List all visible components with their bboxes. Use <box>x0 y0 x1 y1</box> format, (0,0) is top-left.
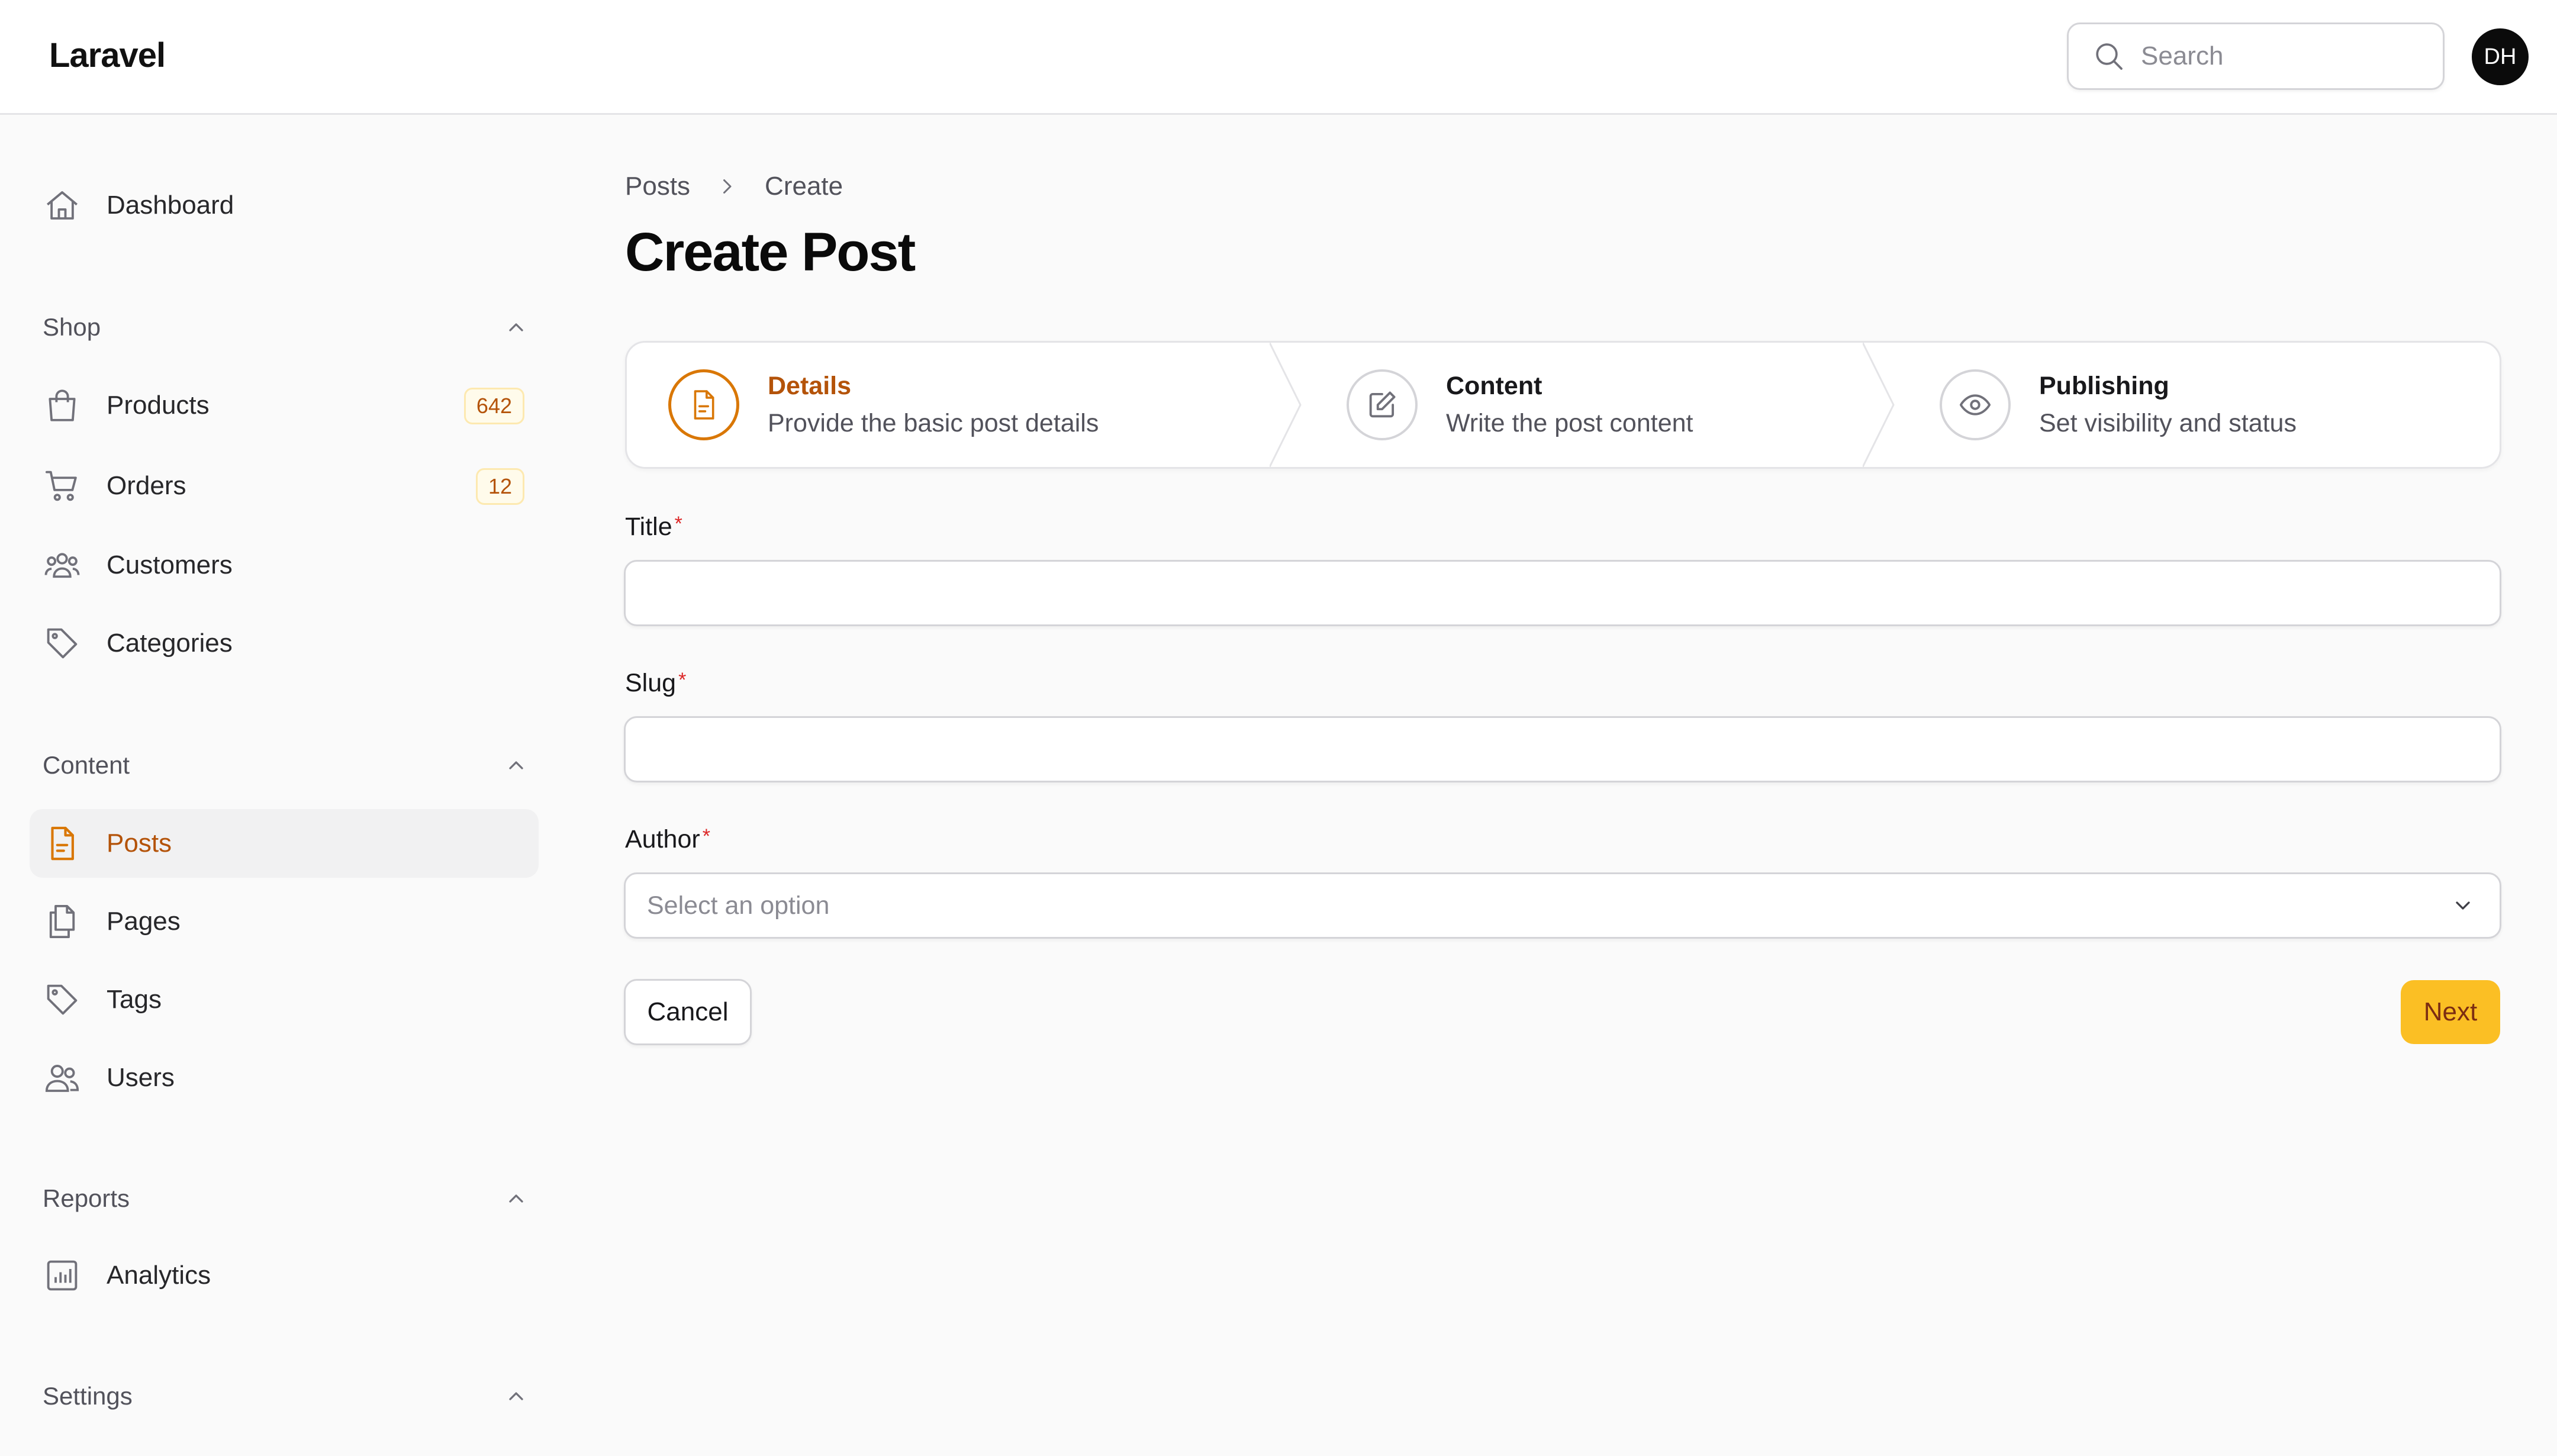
title-input[interactable] <box>624 560 2501 626</box>
breadcrumb: Posts Create <box>625 172 843 201</box>
step-title: Publishing <box>2039 372 2169 400</box>
sidebar-item-label: Users <box>107 1063 175 1092</box>
global-search[interactable] <box>2067 22 2445 90</box>
sidebar-item-categories[interactable]: Categories <box>30 609 539 678</box>
chart-bar-icon <box>47 1260 78 1291</box>
slug-input[interactable] <box>624 716 2501 782</box>
shopping-cart-icon <box>45 471 77 501</box>
sidebar-item-label: Customers <box>107 550 233 579</box>
sidebar-group-reports[interactable]: Reports <box>43 1181 528 1216</box>
sidebar-item-label: Dashboard <box>107 191 234 220</box>
search-input[interactable] <box>2141 41 2425 71</box>
sidebar-item-label: Posts <box>107 829 172 858</box>
step-description: Provide the basic post details <box>768 409 1099 437</box>
count-badge: 12 <box>475 468 524 505</box>
document-text-icon <box>51 826 74 861</box>
home-icon <box>47 191 78 220</box>
sidebar-item-products[interactable]: Products 642 <box>30 371 539 440</box>
sidebar-group-content[interactable]: Content <box>43 748 528 783</box>
page-title: Create Post <box>625 222 916 282</box>
step-description: Set visibility and status <box>2039 409 2297 437</box>
chevron-right-icon <box>723 179 732 194</box>
sidebar-item-label: Analytics <box>107 1261 211 1290</box>
title-label: Title * <box>625 513 682 542</box>
sidebar-item-users[interactable]: Users <box>30 1043 539 1112</box>
chevron-up-icon[interactable] <box>504 1187 528 1210</box>
sidebar-item-label: Orders <box>107 471 186 500</box>
sidebar-group-label: Settings <box>43 1382 133 1410</box>
wizard-step-details[interactable]: Details Provide the basic post details <box>668 343 1099 467</box>
sidebar-item-analytics[interactable]: Analytics <box>30 1241 539 1310</box>
wizard-steps: Details Provide the basic post details C… <box>625 341 2501 469</box>
step-title: Content <box>1446 372 1542 400</box>
wizard-step-publishing[interactable]: Publishing Set visibility and status <box>1940 343 2297 467</box>
step-title: Details <box>768 372 852 400</box>
slug-label-text: Slug <box>625 669 677 697</box>
required-asterisk: * <box>678 669 687 691</box>
step-icon-circle <box>668 369 739 440</box>
sidebar-item-label: Products <box>107 391 210 420</box>
step-divider <box>1270 343 1302 467</box>
step-icon-circle <box>1940 369 2011 440</box>
pencil-square-icon <box>1369 391 1396 418</box>
sidebar-item-customers[interactable]: Customers <box>30 531 539 600</box>
chevron-up-icon[interactable] <box>504 1384 528 1408</box>
author-select-placeholder: Select an option <box>647 891 830 920</box>
sidebar-item-orders[interactable]: Orders 12 <box>30 452 539 520</box>
top-bar: Laravel DH <box>0 0 2557 115</box>
sidebar-group-label: Reports <box>43 1184 130 1212</box>
author-select[interactable]: Select an option <box>624 872 2501 939</box>
required-asterisk: * <box>674 513 682 535</box>
brand-logo[interactable]: Laravel <box>49 36 166 75</box>
user-group-icon <box>44 553 80 578</box>
sidebar-group-label: Content <box>43 751 130 779</box>
required-asterisk: * <box>702 825 710 848</box>
step-description: Write the post content <box>1446 409 1693 437</box>
search-icon <box>2096 43 2123 70</box>
shopping-bag-icon <box>49 389 76 421</box>
sidebar-item-pages[interactable]: Pages <box>30 887 539 956</box>
title-label-text: Title <box>625 513 672 541</box>
sidebar-item-label: Pages <box>107 907 181 936</box>
eye-icon <box>1959 394 1991 415</box>
sidebar-item-dashboard[interactable]: Dashboard <box>30 171 539 240</box>
slug-label: Slug * <box>625 669 686 698</box>
sidebar-group-label: Shop <box>43 313 101 341</box>
chevron-up-icon[interactable] <box>504 315 528 339</box>
sidebar-item-label: Categories <box>107 629 233 658</box>
count-badge: 642 <box>463 388 524 424</box>
document-text-icon <box>694 390 714 420</box>
sidebar-group-shop[interactable]: Shop <box>43 310 528 345</box>
documents-icon <box>49 904 75 939</box>
sidebar-group-settings[interactable]: Settings <box>43 1378 528 1414</box>
chevron-up-icon[interactable] <box>504 753 528 777</box>
breadcrumb-link-posts[interactable]: Posts <box>625 172 690 201</box>
next-button[interactable]: Next <box>2401 980 2500 1044</box>
wizard-step-content[interactable]: Content Write the post content <box>1347 343 1693 467</box>
step-icon-circle <box>1347 369 1418 440</box>
tag-icon <box>47 984 78 1015</box>
tag-icon <box>47 628 78 659</box>
sidebar-item-label: Tags <box>107 985 162 1014</box>
chevron-down-icon <box>2456 901 2470 910</box>
users-icon <box>45 1064 79 1092</box>
step-divider <box>1863 343 1895 467</box>
sidebar-item-tags[interactable]: Tags <box>30 965 539 1034</box>
sidebar-item-posts[interactable]: Posts <box>30 809 539 878</box>
breadcrumb-current: Create <box>765 172 843 201</box>
user-avatar[interactable]: DH <box>2472 28 2529 85</box>
author-label-text: Author <box>625 825 700 853</box>
sidebar: Dashboard Shop Products 642 Orders 12 Cu… <box>0 117 568 1456</box>
cancel-button[interactable]: Cancel <box>624 979 752 1045</box>
author-label: Author * <box>625 825 710 854</box>
